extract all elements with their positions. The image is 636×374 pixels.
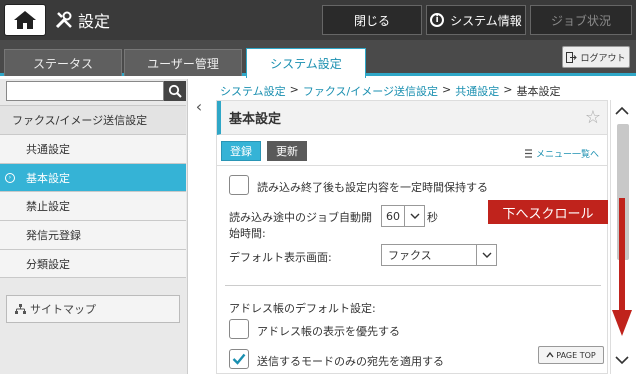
- default-screen-label: デフォルト表示画面:: [229, 251, 332, 264]
- default-screen-select[interactable]: ファクス: [381, 244, 497, 266]
- sitemap-icon: [15, 304, 26, 314]
- sidebar-item-sender-registration[interactable]: 発信元登録: [0, 221, 186, 250]
- sidebar: ファクス/イメージ送信設定 共通設定 › 基本設定 禁止設定 発信元登録 分類設…: [0, 79, 188, 374]
- close-button[interactable]: 閉じる: [322, 5, 422, 35]
- page-top-button[interactable]: PAGE TOP: [538, 346, 604, 364]
- tab-system-settings[interactable]: システム設定: [246, 48, 366, 78]
- auto-start-select[interactable]: 60: [381, 205, 425, 227]
- breadcrumb-common-settings[interactable]: 共通設定: [455, 83, 499, 99]
- settings-panel: 基本設定 ☆ 登録 更新 メニュー一覧へ 読み込み終了後も設定内容を一定時間保持…: [216, 100, 608, 374]
- breadcrumb-fax-image-send[interactable]: ファクス/イメージ送信設定: [303, 83, 438, 99]
- register-button[interactable]: 登録: [221, 141, 261, 161]
- tools-icon: [55, 11, 72, 29]
- sidebar-item-category-settings[interactable]: 分類設定: [0, 249, 186, 279]
- addressbook-priority-label: アドレス帳の表示を優先する: [257, 325, 400, 338]
- chevron-right-icon: ›: [5, 172, 15, 183]
- sidebar-item-basic-settings[interactable]: › 基本設定: [0, 163, 186, 193]
- red-down-arrow-icon: [612, 198, 632, 336]
- breadcrumb-current: 基本設定: [516, 85, 561, 98]
- page-title: 設定: [78, 12, 111, 31]
- scroll-up-icon[interactable]: [615, 104, 629, 118]
- keep-settings-label: 読み込み終了後も設定内容を一定時間保持する: [257, 181, 488, 194]
- star-icon[interactable]: ☆: [585, 107, 601, 128]
- info-icon: i: [430, 13, 445, 27]
- tab-status[interactable]: ステータス: [4, 49, 122, 76]
- auto-start-label-cont: 始時間:: [229, 227, 266, 240]
- tab-user-management[interactable]: ユーザー管理: [124, 49, 242, 76]
- auto-start-label: 読み込み途中のジョブ自動開: [229, 211, 372, 224]
- panel-title: 基本設定: [217, 101, 607, 135]
- update-button[interactable]: 更新: [267, 141, 307, 161]
- checkmark-icon: [232, 353, 246, 365]
- search-icon: [168, 84, 182, 98]
- job-status-button[interactable]: ジョブ状況: [530, 5, 632, 35]
- settings-header: 設定: [54, 6, 110, 34]
- chevron-down-icon: [404, 206, 424, 226]
- send-mode-only-checkbox[interactable]: [229, 349, 249, 369]
- home-button[interactable]: [4, 4, 46, 36]
- scroll-down-callout: 下へスクロール: [488, 200, 608, 224]
- addressbook-section-label: アドレス帳のデフォルト設定:: [229, 302, 376, 315]
- search-button[interactable]: [164, 81, 186, 101]
- sidebar-item-common-settings[interactable]: 共通設定: [0, 135, 186, 164]
- sidebar-menu: ファクス/イメージ送信設定 共通設定 › 基本設定 禁止設定 発信元登録 分類設…: [0, 105, 186, 279]
- chevron-up-icon: [546, 352, 554, 358]
- logout-icon: [566, 51, 578, 63]
- divider: [217, 165, 607, 166]
- scroll-down-icon[interactable]: [615, 354, 629, 368]
- list-icon: [524, 149, 532, 158]
- keep-settings-checkbox[interactable]: [229, 175, 249, 195]
- divider: [225, 285, 601, 286]
- home-icon: [14, 11, 36, 29]
- logout-button[interactable]: ログアウト: [562, 46, 630, 68]
- addressbook-priority-checkbox[interactable]: [229, 319, 249, 339]
- auto-start-unit: 秒: [427, 211, 438, 224]
- sidebar-item-prohibit-settings[interactable]: 禁止設定: [0, 192, 186, 222]
- system-info-button[interactable]: i システム情報: [426, 5, 526, 35]
- chevron-down-icon: [476, 245, 496, 265]
- tab-bar: ステータス ユーザー管理 システム設定 ログアウト: [0, 40, 636, 78]
- top-bar: 設定 閉じる i システム情報 ジョブ状況: [0, 0, 636, 40]
- menu-list-link[interactable]: メニュー一覧へ: [524, 147, 599, 160]
- sidebar-item-fax-image-send-settings[interactable]: ファクス/イメージ送信設定: [0, 105, 186, 135]
- search-input[interactable]: [6, 81, 164, 101]
- breadcrumb: システム設定 > ファクス/イメージ送信設定 > 共通設定 > 基本設定: [220, 83, 561, 99]
- send-mode-only-label: 送信するモードのみの宛先を適用する: [257, 355, 444, 368]
- breadcrumb-system-settings[interactable]: システム設定: [220, 83, 286, 99]
- collapse-sidebar-icon[interactable]: ‹: [190, 96, 208, 116]
- sitemap-button[interactable]: サイトマップ: [6, 295, 180, 323]
